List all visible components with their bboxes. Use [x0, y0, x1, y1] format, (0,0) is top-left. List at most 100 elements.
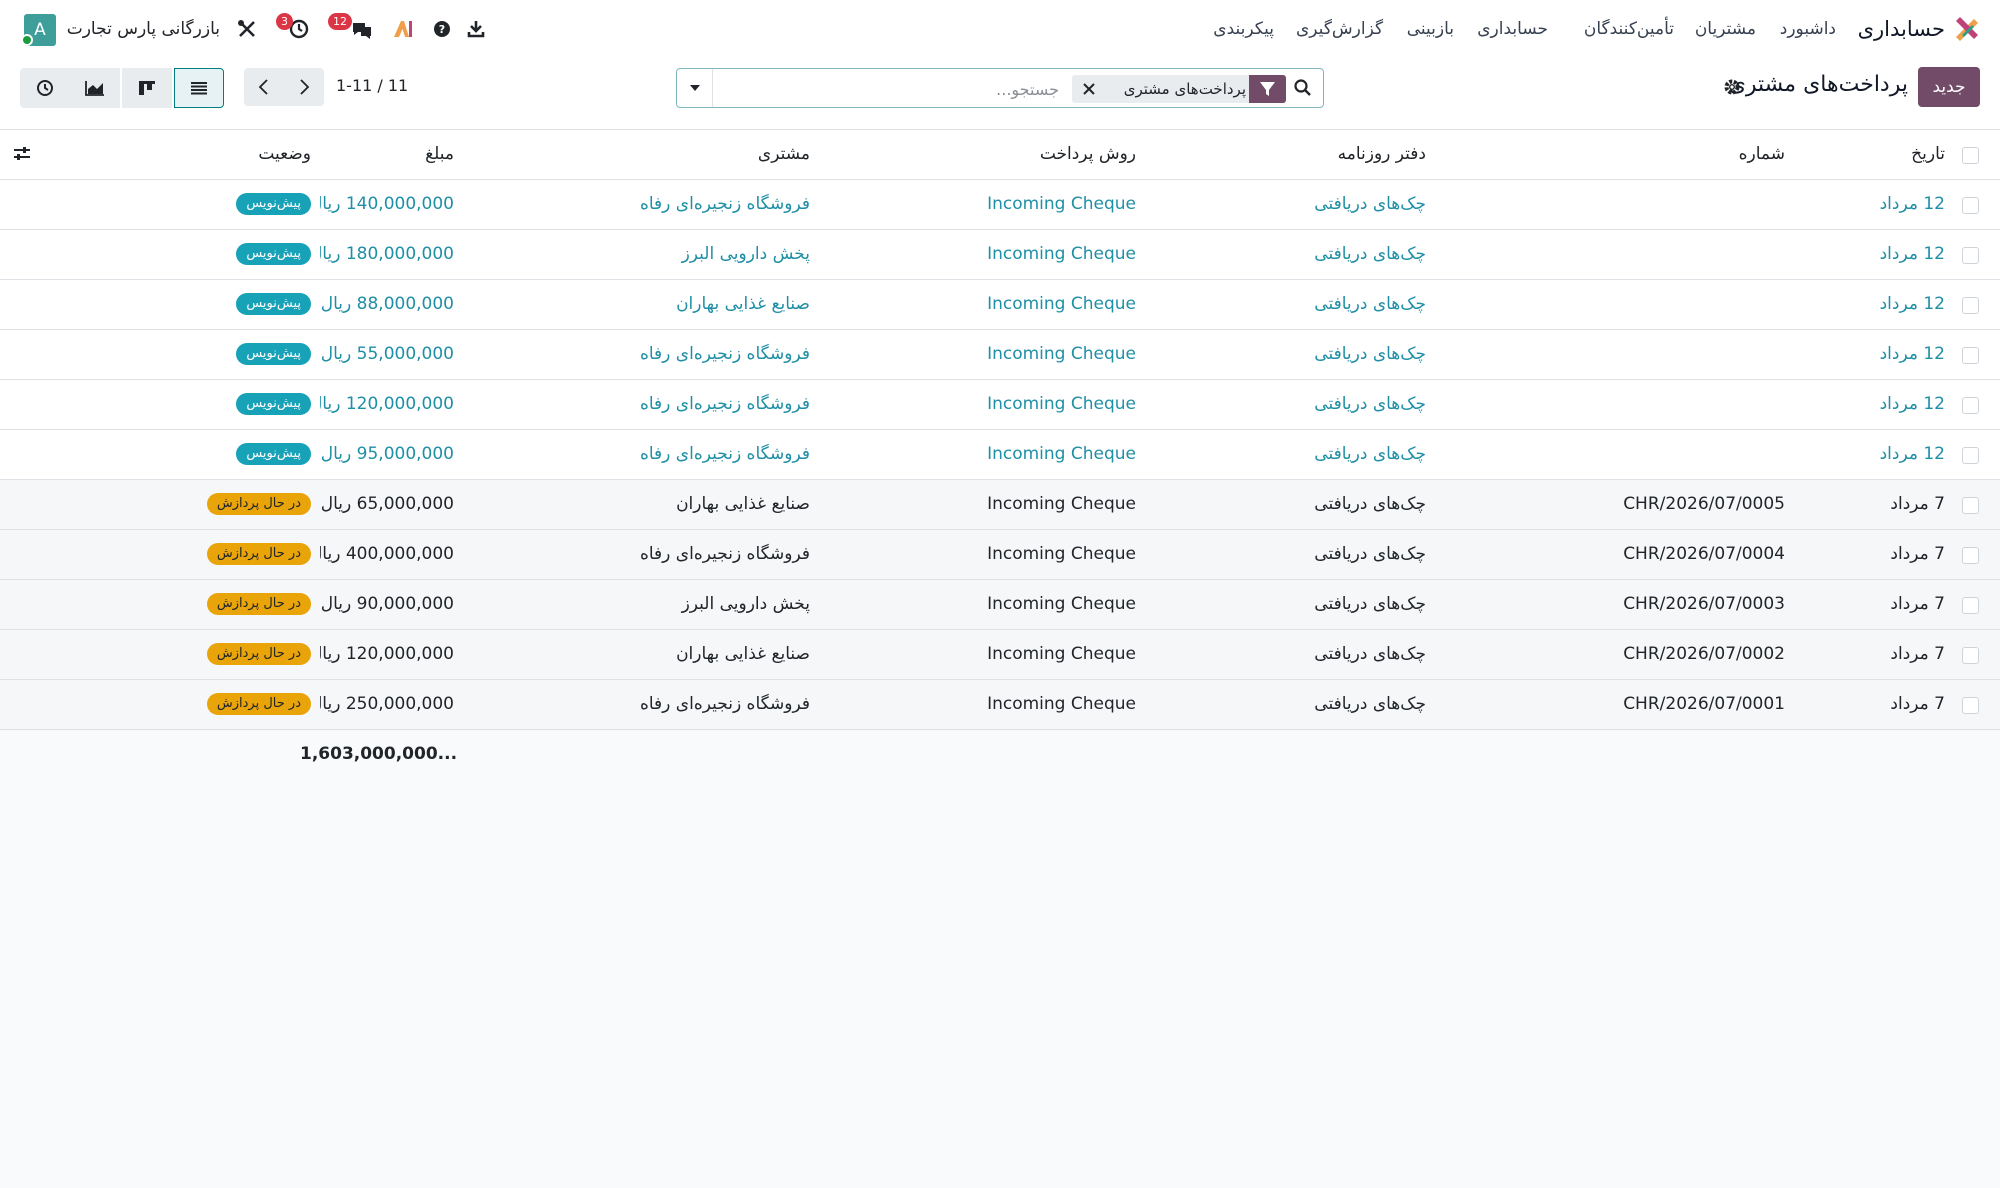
- kanban-icon: [139, 81, 155, 95]
- table-row[interactable]: 12 مرداد چک‌های دریافتی Incoming Cheque فرو…: [0, 430, 2000, 480]
- clock-icon: [37, 80, 53, 96]
- status-badge: پیش‌نویس: [236, 193, 311, 215]
- filter-facet-icon: [1249, 75, 1286, 103]
- cell-customer: صنایع غذایی بهاران: [676, 294, 810, 314]
- menu-customers[interactable]: مشتریان: [1690, 0, 1756, 58]
- chat-icon[interactable]: [349, 17, 375, 41]
- cell-number: CHR/2026/07/0003: [1623, 594, 1785, 614]
- row-checkbox[interactable]: [1962, 247, 1979, 264]
- cell-status: پیش‌نویس: [190, 280, 311, 329]
- status-badge: در حال پردازش: [206, 593, 311, 615]
- column-header-payment-method[interactable]: روش پرداخت: [920, 130, 1136, 179]
- column-header-number[interactable]: شماره: [1560, 130, 1785, 179]
- menu-dashboard[interactable]: داشبورد: [1770, 0, 1836, 58]
- column-header-journal[interactable]: دفتر روزنامه: [1200, 130, 1426, 179]
- menu-vendors[interactable]: تأمین‌کنندگان: [1570, 0, 1674, 58]
- table-row[interactable]: 7 مرداد CHR/2026/07/0004 چک‌های دریافتی Inc…: [0, 530, 2000, 580]
- company-switcher[interactable]: بازرگانی پارس تجارت: [60, 0, 220, 58]
- column-header-date[interactable]: تاریخ: [1790, 130, 1945, 179]
- cell-payment-method: Incoming Cheque: [987, 594, 1136, 614]
- cell-date: 7 مرداد: [1890, 494, 1945, 514]
- optional-columns-icon[interactable]: [11, 144, 33, 164]
- table-row[interactable]: 12 مرداد چک‌های دریافتی Incoming Cheque فرو…: [0, 180, 2000, 230]
- row-checkbox[interactable]: [1962, 647, 1979, 664]
- cell-number: [1560, 180, 1785, 229]
- cell-amount: 88,000,000 ریال: [320, 294, 454, 314]
- table-row[interactable]: 12 مرداد چک‌های دریافتی Incoming Cheque صنا…: [0, 280, 2000, 330]
- table-row[interactable]: 7 مرداد CHR/2026/07/0001 چک‌های دریافتی Inc…: [0, 680, 2000, 730]
- gear-icon[interactable]: [1721, 76, 1743, 98]
- row-checkbox[interactable]: [1962, 497, 1979, 514]
- cell-amount: 120,000,000 ریال: [320, 394, 454, 414]
- app-logo-icon[interactable]: [1952, 15, 1980, 43]
- row-checkbox[interactable]: [1962, 397, 1979, 414]
- row-checkbox[interactable]: [1962, 547, 1979, 564]
- cell-status: پیش‌نویس: [190, 430, 311, 479]
- table-row[interactable]: 7 مرداد CHR/2026/07/0003 چک‌های دریافتی Inc…: [0, 580, 2000, 630]
- cell-journal: چک‌های دریافتی: [1314, 344, 1426, 364]
- column-header-status[interactable]: وضعیت: [190, 130, 311, 179]
- cell-payment-method: Incoming Cheque: [987, 644, 1136, 664]
- row-checkbox[interactable]: [1962, 697, 1979, 714]
- area-chart-icon: [85, 81, 104, 96]
- status-badge: در حال پردازش: [206, 543, 311, 565]
- debug-tools-icon[interactable]: [235, 17, 259, 41]
- cell-payment-method: Incoming Cheque: [987, 394, 1136, 414]
- cell-journal: چک‌های دریافتی: [1314, 244, 1426, 264]
- cell-customer: فروشگاه زنجیره‌ای رفاه: [639, 544, 810, 564]
- search-options-toggle[interactable]: [677, 69, 713, 107]
- app-name[interactable]: حسابداری: [1857, 0, 1945, 58]
- row-checkbox[interactable]: [1962, 297, 1979, 314]
- table-row[interactable]: 12 مرداد چک‌های دریافتی Incoming Cheque فرو…: [0, 380, 2000, 430]
- menu-reporting[interactable]: گزارش‌گیری: [1296, 0, 1383, 58]
- cell-amount: 140,000,000 ریال: [320, 194, 454, 214]
- new-button[interactable]: جدید: [1918, 67, 1980, 107]
- row-checkbox[interactable]: [1962, 447, 1979, 464]
- table-row[interactable]: 12 مرداد چک‌های دریافتی Incoming Cheque پخش…: [0, 230, 2000, 280]
- cell-amount: 400,000,000 ریال: [320, 544, 454, 564]
- kanban-view-button[interactable]: [122, 68, 172, 108]
- download-icon[interactable]: [464, 17, 488, 41]
- activity-view-button[interactable]: [20, 68, 70, 108]
- menu-configuration[interactable]: پیکربندی: [1206, 0, 1274, 58]
- cell-status: پیش‌نویس: [190, 330, 311, 379]
- cell-date: 7 مرداد: [1890, 544, 1945, 564]
- close-icon[interactable]: [1080, 80, 1098, 98]
- table-row[interactable]: 12 مرداد چک‌های دریافتی Incoming Cheque فرو…: [0, 330, 2000, 380]
- pager-value[interactable]: 1-11 / 11: [336, 76, 408, 95]
- column-header-amount[interactable]: مبلغ: [320, 130, 454, 179]
- cell-journal: چک‌های دریافتی: [1314, 294, 1426, 314]
- status-badge: در حال پردازش: [206, 643, 311, 665]
- menu-review[interactable]: بازبینی: [1402, 0, 1454, 58]
- select-all-checkbox[interactable]: [1962, 147, 1979, 164]
- row-checkbox[interactable]: [1962, 197, 1979, 214]
- cell-customer: فروشگاه زنجیره‌ای رفاه: [639, 694, 810, 714]
- cell-payment-method: Incoming Cheque: [987, 694, 1136, 714]
- graph-view-button[interactable]: [70, 68, 120, 108]
- row-checkbox[interactable]: [1962, 347, 1979, 364]
- table-row[interactable]: 7 مرداد CHR/2026/07/0002 چک‌های دریافتی Inc…: [0, 630, 2000, 680]
- presence-status-dot: [21, 34, 33, 46]
- cell-customer: فروشگاه زنجیره‌ای رفاه: [639, 444, 810, 464]
- cell-status: در حال پردازش: [190, 530, 311, 579]
- list-view-button[interactable]: [174, 68, 224, 108]
- pager-previous-button[interactable]: [244, 68, 284, 106]
- cell-journal: چک‌های دریافتی: [1314, 594, 1426, 614]
- column-header-customer[interactable]: مشتری: [580, 130, 810, 179]
- menu-accounting[interactable]: حسابداری: [1476, 0, 1548, 58]
- cell-customer: پخش دارویی البرز: [681, 244, 810, 264]
- ai-icon[interactable]: [391, 17, 415, 41]
- caret-down-icon: [690, 85, 700, 91]
- cell-date: 7 مرداد: [1890, 594, 1945, 614]
- pager-next-button[interactable]: [284, 68, 324, 106]
- cell-customer: صنایع غذایی بهاران: [676, 494, 810, 514]
- facet-label: پرداخت‌های مشتری: [1123, 80, 1246, 98]
- search-icon[interactable]: [1293, 78, 1313, 98]
- table-row[interactable]: 7 مرداد CHR/2026/07/0005 چک‌های دریافتی Inc…: [0, 480, 2000, 530]
- search-input[interactable]: [719, 75, 1059, 103]
- status-badge: پیش‌نویس: [236, 443, 311, 465]
- row-checkbox[interactable]: [1962, 597, 1979, 614]
- svg-text:?: ?: [439, 23, 445, 36]
- help-icon[interactable]: ?: [430, 17, 454, 41]
- table-body: 12 مرداد چک‌های دریافتی Incoming Cheque فرو…: [0, 180, 2000, 730]
